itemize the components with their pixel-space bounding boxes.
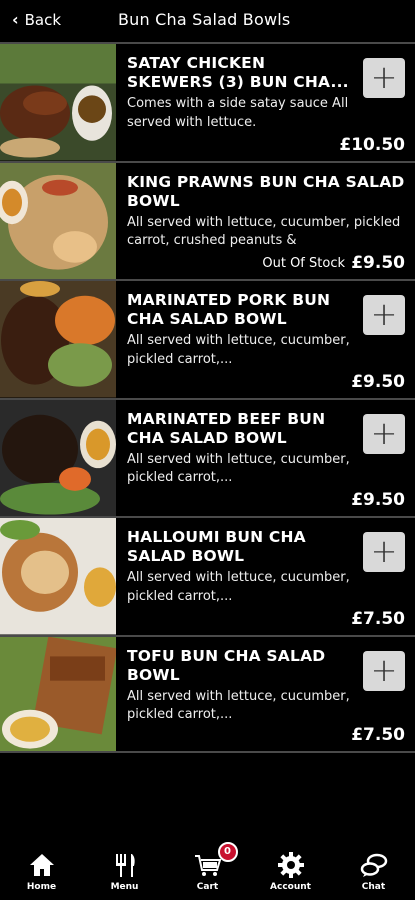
add-to-cart-button[interactable]: + [363,295,405,335]
item-price: £10.50 [339,134,405,155]
menu-item-list: SATAY CHICKEN SKEWERS (3) BUN CHA... Com… [0,42,415,753]
bottom-navigation: Home Menu 0 Cart Account Chat [0,838,415,900]
page-title: Bun Cha Salad Bowls [118,10,291,29]
menu-item[interactable]: MARINATED BEEF BUN CHA SALAD BOWL All se… [0,397,415,516]
add-to-cart-button[interactable]: + [363,413,405,454]
add-to-cart-button[interactable]: + [363,58,405,98]
menu-item[interactable]: SATAY CHICKEN SKEWERS (3) BUN CHA... Com… [0,42,415,161]
food-image [0,399,116,516]
back-label: Back [24,11,62,29]
item-name: KING PRAWNS BUN CHA SALAD BOWL [127,172,405,210]
chevron-left-icon: ‹ [12,10,19,29]
nav-home-label: Home [26,882,57,892]
food-image [0,281,116,398]
item-price: £9.50 [351,371,405,392]
item-price: £9.50 [351,490,405,510]
add-to-cart-button[interactable]: + [363,650,405,691]
menu-item[interactable]: KING PRAWNS BUN CHA SALAD BOWL All serve… [0,160,415,279]
cutlery-icon [115,854,135,877]
item-price: £7.50 [351,725,405,745]
nav-menu[interactable]: Menu [83,838,166,900]
nav-cart[interactable]: 0 Cart [166,838,249,900]
chat-bubbles-icon [360,853,387,877]
back-button[interactable]: ‹ Back [12,10,61,30]
food-image [0,518,116,635]
cart-count-badge: 0 [217,842,238,862]
nav-home[interactable]: Home [0,838,83,900]
nav-account[interactable]: Account [249,838,332,900]
item-description: All served with lettuce, cucumber, pickl… [127,333,350,367]
nav-account-label: Account [270,882,311,892]
food-image [0,162,116,279]
add-to-cart-button[interactable]: + [363,532,405,572]
item-price: £7.50 [351,608,405,629]
nav-chat[interactable]: Chat [332,838,415,900]
nav-cart-label: Cart [196,882,219,892]
item-price: £9.50 [351,253,405,273]
food-image [0,44,116,161]
item-description: All served with lettuce, cucumber, pickl… [127,214,401,249]
menu-item[interactable]: MARINATED PORK BUN CHA SALAD BOWL All se… [0,279,415,398]
header-bar: ‹ Back Bun Cha Salad Bowls [0,0,415,42]
item-description: Comes with a side satay sauce All served… [127,96,349,130]
nav-chat-label: Chat [361,882,386,892]
food-image [0,636,116,751]
item-description: All served with lettuce, cucumber, pickl… [127,451,350,486]
out-of-stock-label: Out Of Stock [262,256,345,271]
item-description: All served with lettuce, cucumber, pickl… [127,688,350,723]
gear-icon [277,852,304,878]
item-description: All served with lettuce, cucumber, pickl… [127,570,350,604]
nav-menu-label: Menu [110,882,139,892]
menu-item[interactable]: TOFU BUN CHA SALAD BOWL All served with … [0,634,415,753]
menu-item[interactable]: HALLOUMI BUN CHA SALAD BOWL All served w… [0,516,415,635]
home-icon [29,854,54,876]
